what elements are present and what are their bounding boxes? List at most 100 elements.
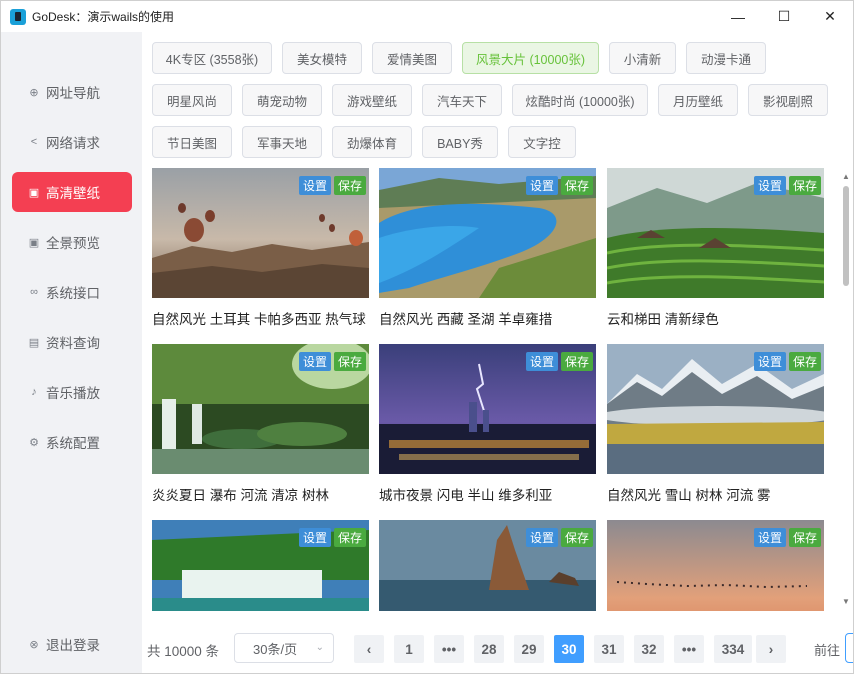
maximize-button[interactable]: ☐ (761, 1, 807, 32)
sidebar-item-settings[interactable]: ⚙ 系统配置 (12, 422, 132, 462)
wallpaper-grid: 设置 保存 自然风光 土耳其 卡帕多西亚 热气球 设置 保存 自然风光 西藏 圣… (152, 168, 834, 611)
category-tag[interactable]: 明星风尚 (152, 84, 232, 116)
category-tag[interactable]: 小清新 (609, 42, 676, 74)
sidebar-item-label: 音乐播放 (46, 386, 100, 401)
page-ellipsis-button[interactable]: ••• (434, 635, 464, 663)
share-icon: < (30, 136, 38, 148)
page-size-select[interactable]: 30条/页 ⌄ (234, 633, 334, 663)
wallpaper-caption: 云和梯田 清新绿色 (607, 312, 719, 327)
category-tag[interactable]: 劲爆体育 (332, 126, 412, 158)
total-count: 共 10000 条 (147, 644, 220, 659)
page-button[interactable]: 28 (474, 635, 504, 663)
save-wallpaper-button[interactable]: 保存 (789, 528, 821, 547)
save-wallpaper-button[interactable]: 保存 (334, 352, 366, 371)
document-icon: ▤ (28, 336, 40, 349)
category-tag[interactable]: 节日美图 (152, 126, 232, 158)
category-tag[interactable]: 4K专区 (3558张) (152, 42, 272, 74)
page-button[interactable]: 31 (594, 635, 624, 663)
chevron-down-icon: ⌄ (315, 642, 324, 653)
scroll-thumb[interactable] (843, 186, 849, 286)
wallpaper-caption: 自然风光 西藏 圣湖 羊卓雍措 (379, 312, 553, 327)
plus-circle-icon: ⊕ (29, 86, 39, 99)
sidebar-item-data-query[interactable]: ▤ 资料查询 (12, 322, 132, 362)
wallpaper-caption: 城市夜景 闪电 半山 维多利亚 (379, 488, 553, 503)
sidebar-item-label: 系统配置 (46, 436, 100, 451)
page-button[interactable]: 1 (394, 635, 424, 663)
wallpaper-thumbnail[interactable]: 设置 保存 (607, 168, 824, 298)
category-tag[interactable]: 汽车天下 (422, 84, 502, 116)
category-tag[interactable]: 游戏壁纸 (332, 84, 412, 116)
sidebar-item-music[interactable]: ♪ 音乐播放 (12, 372, 132, 412)
page-button-current[interactable]: 30 (554, 635, 584, 663)
category-tag[interactable]: 军事天地 (242, 126, 322, 158)
image-icon: ▣ (28, 186, 40, 199)
vertical-scrollbar[interactable]: ▲ ▼ (840, 168, 852, 611)
sidebar: ⊕ 网址导航 < 网络请求 ▣ 高清壁纸 ▣ 全景预览 ∞ 系统接口 ▤ 资料查… (1, 32, 142, 673)
next-page-button[interactable]: › (756, 635, 786, 663)
set-wallpaper-button[interactable]: 设置 (754, 352, 786, 371)
wallpaper-thumbnail[interactable]: 设置 保存 (379, 520, 596, 611)
category-tag-active[interactable]: 风景大片 (10000张) (462, 42, 599, 74)
sidebar-item-url-nav[interactable]: ⊕ 网址导航 (12, 72, 132, 112)
wallpaper-thumbnail[interactable]: 设置 保存 (379, 168, 596, 298)
scroll-down-icon[interactable]: ▼ (840, 595, 852, 607)
sidebar-item-label: 网址导航 (46, 86, 100, 101)
save-wallpaper-button[interactable]: 保存 (334, 176, 366, 195)
page-button[interactable]: 29 (514, 635, 544, 663)
sidebar-item-wallpaper[interactable]: ▣ 高清壁纸 (12, 172, 132, 212)
set-wallpaper-button[interactable]: 设置 (526, 528, 558, 547)
save-wallpaper-button[interactable]: 保存 (561, 352, 593, 371)
page-ellipsis-button[interactable]: ••• (674, 635, 704, 663)
sidebar-item-network[interactable]: < 网络请求 (12, 122, 132, 162)
page-button[interactable]: 334 (714, 635, 752, 663)
wallpaper-thumbnail[interactable]: 设置 保存 (152, 168, 369, 298)
save-wallpaper-button[interactable]: 保存 (789, 176, 821, 195)
set-wallpaper-button[interactable]: 设置 (526, 176, 558, 195)
gear-icon: ⚙ (29, 436, 39, 449)
category-tag[interactable]: 影视剧照 (748, 84, 828, 116)
category-tag[interactable]: 爱情美图 (372, 42, 452, 74)
page-button[interactable]: 32 (634, 635, 664, 663)
page-size-value: 30条/页 (253, 641, 298, 657)
category-tag[interactable]: 美女模特 (282, 42, 362, 74)
prev-page-button[interactable]: ‹ (354, 635, 384, 663)
sidebar-item-panorama[interactable]: ▣ 全景预览 (12, 222, 132, 262)
category-tag[interactable]: BABY秀 (422, 126, 498, 158)
app-window: GoDesk：演示wails的使用 — ☐ ✕ ⊕ 网址导航 < 网络请求 ▣ … (0, 0, 854, 674)
pagination: 共 10000 条 30条/页 ⌄ ‹ 1 ••• 28 29 30 31 32… (142, 632, 853, 664)
wallpaper-caption: 自然风光 雪山 树林 河流 雾 (607, 488, 771, 503)
sidebar-item-system-api[interactable]: ∞ 系统接口 (12, 272, 132, 312)
wallpaper-thumbnail[interactable]: 设置 保存 (607, 344, 824, 474)
set-wallpaper-button[interactable]: 设置 (754, 528, 786, 547)
goto-page-input[interactable] (845, 633, 853, 663)
category-tag[interactable]: 炫酷时尚 (10000张) (512, 84, 648, 116)
set-wallpaper-button[interactable]: 设置 (299, 176, 331, 195)
category-tag[interactable]: 萌宠动物 (242, 84, 322, 116)
close-button[interactable]: ✕ (807, 1, 853, 32)
set-wallpaper-button[interactable]: 设置 (299, 528, 331, 547)
main-content: 4K专区 (3558张) 美女模特 爱情美图 风景大片 (10000张) 小清新… (142, 32, 853, 673)
save-wallpaper-button[interactable]: 保存 (789, 352, 821, 371)
title-bar: GoDesk：演示wails的使用 — ☐ ✕ (1, 1, 853, 32)
close-circle-icon: ⊗ (29, 638, 39, 651)
category-tag[interactable]: 文字控 (508, 126, 576, 158)
category-tag[interactable]: 动漫卡通 (686, 42, 766, 74)
save-wallpaper-button[interactable]: 保存 (334, 528, 366, 547)
logout-button[interactable]: ⊗ 退出登录 (12, 624, 132, 664)
minimize-button[interactable]: — (715, 1, 761, 32)
wallpaper-thumbnail[interactable]: 设置 保存 (607, 520, 824, 611)
save-wallpaper-button[interactable]: 保存 (561, 176, 593, 195)
set-wallpaper-button[interactable]: 设置 (526, 352, 558, 371)
scroll-up-icon[interactable]: ▲ (840, 170, 852, 182)
window-controls: — ☐ ✕ (715, 1, 853, 32)
sidebar-item-label: 网络请求 (46, 136, 100, 151)
save-wallpaper-button[interactable]: 保存 (561, 528, 593, 547)
set-wallpaper-button[interactable]: 设置 (754, 176, 786, 195)
wallpaper-thumbnail[interactable]: 设置 保存 (379, 344, 596, 474)
logout-label: 退出登录 (46, 638, 100, 653)
set-wallpaper-button[interactable]: 设置 (299, 352, 331, 371)
wallpaper-caption: 炎炎夏日 瀑布 河流 清凉 树林 (152, 488, 330, 503)
wallpaper-thumbnail[interactable]: 设置 保存 (152, 520, 369, 611)
category-tag[interactable]: 月历壁纸 (658, 84, 738, 116)
wallpaper-thumbnail[interactable]: 设置 保存 (152, 344, 369, 474)
